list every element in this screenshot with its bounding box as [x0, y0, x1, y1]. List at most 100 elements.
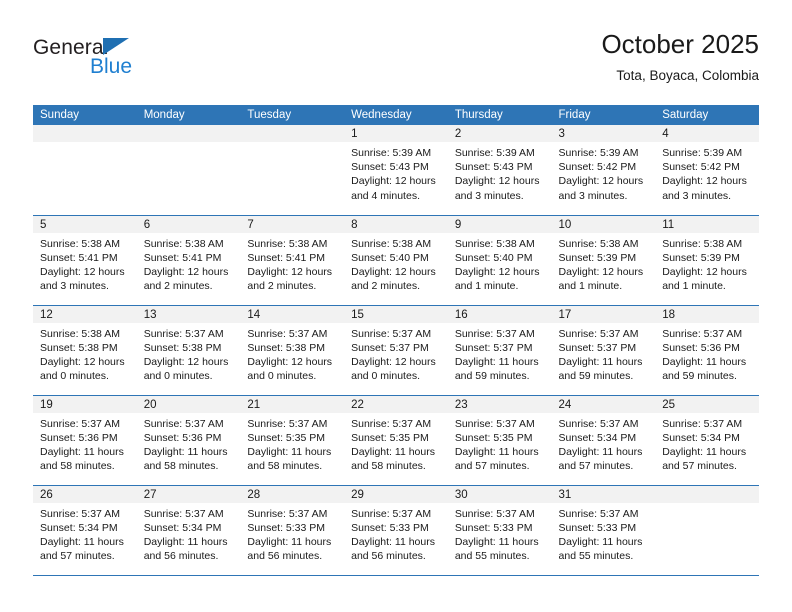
daylight-text: Daylight: 12 hours and 3 minutes. — [662, 175, 747, 202]
calendar-day-cell[interactable]: 10 Sunrise: 5:38 AM Sunset: 5:39 PM Dayligh… — [551, 214, 656, 305]
calendar-day-cell[interactable]: 28 Sunrise: 5:37 AM Sunset: 5:33 PM Dayligh… — [240, 484, 345, 576]
calendar-day-cell[interactable]: 14 Sunrise: 5:37 AM Sunset: 5:38 PM Dayligh… — [240, 304, 345, 395]
sunset-text: Sunset: 5:34 PM — [40, 521, 118, 534]
day-details: Sunrise: 5:37 AM Sunset: 5:34 PM Daylight:… — [552, 413, 656, 474]
day-details: Sunrise: 5:39 AM Sunset: 5:42 PM Daylight:… — [552, 142, 656, 203]
day-number — [240, 125, 345, 142]
weekday-header-monday: Monday — [136, 105, 241, 125]
calendar-day-cell[interactable]: 6 Sunrise: 5:38 AM Sunset: 5:41 PM Daylight… — [136, 214, 241, 305]
daylight-text: Daylight: 12 hours and 0 minutes. — [247, 355, 333, 383]
calendar-day-cell[interactable]: 17 Sunrise: 5:37 AM Sunset: 5:37 PM Dayligh… — [551, 304, 656, 395]
daylight-text: Daylight: 11 hours and 57 minutes. — [40, 535, 124, 563]
daylight-text: Daylight: 11 hours and 58 minutes. — [40, 445, 124, 473]
day-details: Sunrise: 5:37 AM Sunset: 5:33 PM Daylight:… — [344, 503, 448, 564]
sunrise-text: Sunrise: 5:38 AM — [558, 237, 639, 250]
daylight-text: Daylight: 11 hours and 55 minutes. — [454, 535, 539, 563]
day-number: 25 — [655, 395, 759, 413]
calendar-day-cell[interactable]: 24 Sunrise: 5:37 AM Sunset: 5:34 PM Dayligh… — [551, 394, 656, 485]
sunrise-text: Sunrise: 5:37 AM — [351, 507, 432, 520]
calendar-day-cell[interactable]: 8 Sunrise: 5:38 AM Sunset: 5:40 PM Daylight… — [344, 214, 448, 305]
sunrise-text: Sunrise: 5:37 AM — [40, 417, 120, 430]
calendar-day-cell[interactable]: 1 Sunrise: 5:39 AM Sunset: 5:43 PM Daylight… — [344, 125, 448, 215]
day-details: Sunrise: 5:38 AM Sunset: 5:41 PM Daylight:… — [240, 233, 344, 294]
day-number — [136, 125, 241, 142]
sunset-text: Sunset: 5:41 PM — [143, 251, 222, 264]
weekday-header-thursday: Thursday — [447, 105, 552, 125]
sunrise-text: Sunrise: 5:38 AM — [351, 237, 432, 250]
general-blue-logo[interactable]: General Blue — [33, 36, 183, 92]
day-details: Sunrise: 5:37 AM Sunset: 5:35 PM Daylight:… — [448, 413, 552, 474]
daylight-text: Daylight: 12 hours and 2 minutes. — [247, 265, 333, 293]
calendar-day-cell[interactable]: 21 Sunrise: 5:37 AM Sunset: 5:35 PM Dayligh… — [240, 394, 345, 485]
sunset-text: Sunset: 5:40 PM — [454, 251, 533, 264]
calendar-grid: Sunday Monday Tuesday Wednesday Thursday… — [33, 105, 759, 576]
calendar-day-cell[interactable]: 29 Sunrise: 5:37 AM Sunset: 5:33 PM Dayligh… — [344, 484, 448, 576]
sunrise-text: Sunrise: 5:37 AM — [247, 417, 328, 430]
sunset-text: Sunset: 5:33 PM — [351, 521, 429, 534]
sunset-text: Sunset: 5:38 PM — [143, 341, 222, 354]
daylight-text: Daylight: 11 hours and 57 minutes. — [454, 445, 539, 473]
sunrise-text: Sunrise: 5:37 AM — [662, 417, 743, 430]
calendar-day-cell[interactable]: 2 Sunrise: 5:39 AM Sunset: 5:43 PM Daylight… — [447, 125, 552, 215]
sunrise-text: Sunrise: 5:37 AM — [454, 327, 535, 340]
day-number: 24 — [551, 395, 656, 413]
daylight-text: Daylight: 11 hours and 58 minutes. — [143, 445, 228, 473]
daylight-text: Daylight: 12 hours and 0 minutes. — [143, 355, 229, 383]
day-details: Sunrise: 5:37 AM Sunset: 5:36 PM Daylight:… — [137, 413, 241, 474]
sunset-text: Sunset: 5:41 PM — [40, 251, 118, 264]
sunset-text: Sunset: 5:43 PM — [351, 161, 429, 174]
page-subtitle: Tota, Boyaca, Colombia — [616, 68, 759, 83]
calendar-day-cell[interactable]: 4 Sunrise: 5:39 AM Sunset: 5:42 PM Daylight… — [655, 125, 759, 215]
calendar-day-cell[interactable]: 23 Sunrise: 5:37 AM Sunset: 5:35 PM Dayligh… — [447, 394, 552, 485]
sunrise-text: Sunrise: 5:37 AM — [558, 507, 639, 520]
calendar-day-cell[interactable]: 16 Sunrise: 5:37 AM Sunset: 5:37 PM Dayligh… — [447, 304, 552, 395]
daylight-text: Daylight: 11 hours and 59 minutes. — [454, 355, 539, 383]
day-details: Sunrise: 5:37 AM Sunset: 5:37 PM Daylight:… — [448, 323, 552, 384]
daylight-text: Daylight: 11 hours and 57 minutes. — [558, 445, 643, 473]
calendar-day-cell[interactable]: 25 Sunrise: 5:37 AM Sunset: 5:34 PM Dayligh… — [655, 394, 759, 485]
calendar-day-cell[interactable]: 5 Sunrise: 5:38 AM Sunset: 5:41 PM Daylight… — [33, 214, 137, 305]
sunset-text: Sunset: 5:41 PM — [247, 251, 326, 264]
sunset-text: Sunset: 5:37 PM — [558, 341, 637, 354]
calendar-day-cell[interactable]: 27 Sunrise: 5:37 AM Sunset: 5:34 PM Dayligh… — [136, 484, 241, 576]
calendar-day-cell[interactable]: 20 Sunrise: 5:37 AM Sunset: 5:36 PM Dayligh… — [136, 394, 241, 485]
calendar-day-cell[interactable]: 18 Sunrise: 5:37 AM Sunset: 5:36 PM Dayligh… — [655, 304, 759, 395]
day-details: Sunrise: 5:38 AM Sunset: 5:40 PM Daylight:… — [344, 233, 448, 294]
calendar-day-cell[interactable]: 9 Sunrise: 5:38 AM Sunset: 5:40 PM Daylight… — [447, 214, 552, 305]
sunset-text: Sunset: 5:35 PM — [247, 431, 326, 444]
day-details: Sunrise: 5:37 AM Sunset: 5:33 PM Daylight:… — [240, 503, 344, 564]
calendar-day-cell[interactable]: 7 Sunrise: 5:38 AM Sunset: 5:41 PM Daylight… — [240, 214, 345, 305]
daylight-text: Daylight: 12 hours and 3 minutes. — [40, 265, 125, 293]
day-details: Sunrise: 5:37 AM Sunset: 5:36 PM Daylight:… — [655, 323, 759, 384]
sunset-text: Sunset: 5:34 PM — [558, 431, 637, 444]
daylight-text: Daylight: 12 hours and 1 minute. — [558, 265, 644, 293]
calendar-day-cell[interactable]: 19 Sunrise: 5:37 AM Sunset: 5:36 PM Dayligh… — [33, 394, 137, 485]
daylight-text: Daylight: 11 hours and 56 minutes. — [351, 535, 435, 563]
day-number: 18 — [655, 305, 759, 323]
day-details: Sunrise: 5:37 AM Sunset: 5:37 PM Daylight:… — [552, 323, 656, 384]
daylight-text: Daylight: 12 hours and 0 minutes. — [40, 355, 125, 383]
day-number: 16 — [447, 305, 552, 323]
calendar-day-cell[interactable]: 22 Sunrise: 5:37 AM Sunset: 5:35 PM Dayligh… — [344, 394, 448, 485]
day-number: 29 — [344, 485, 448, 503]
day-number: 23 — [447, 395, 552, 413]
weekday-header-friday: Friday — [551, 105, 656, 125]
sunrise-text: Sunrise: 5:37 AM — [662, 327, 743, 340]
day-number: 7 — [240, 215, 345, 233]
day-number: 5 — [33, 215, 137, 233]
calendar-day-cell[interactable]: 11 Sunrise: 5:38 AM Sunset: 5:39 PM Dayligh… — [655, 214, 759, 305]
calendar-day-cell[interactable]: 31 Sunrise: 5:37 AM Sunset: 5:33 PM Dayligh… — [551, 484, 656, 576]
day-details: Sunrise: 5:39 AM Sunset: 5:43 PM Daylight:… — [344, 142, 448, 203]
calendar-day-cell[interactable]: 15 Sunrise: 5:37 AM Sunset: 5:37 PM Dayligh… — [344, 304, 448, 395]
calendar-day-cell-empty — [240, 125, 345, 215]
calendar-day-cell[interactable]: 12 Sunrise: 5:38 AM Sunset: 5:38 PM Dayligh… — [33, 304, 137, 395]
calendar-day-cell[interactable]: 13 Sunrise: 5:37 AM Sunset: 5:38 PM Dayligh… — [136, 304, 241, 395]
calendar-day-cell[interactable]: 3 Sunrise: 5:39 AM Sunset: 5:42 PM Daylight… — [551, 125, 656, 215]
calendar-day-cell[interactable]: 30 Sunrise: 5:37 AM Sunset: 5:33 PM Dayligh… — [447, 484, 552, 576]
daylight-text: Daylight: 12 hours and 4 minutes. — [351, 175, 436, 202]
day-details: Sunrise: 5:37 AM Sunset: 5:38 PM Daylight:… — [240, 323, 344, 384]
daylight-text: Daylight: 11 hours and 55 minutes. — [558, 535, 643, 563]
calendar-day-cell[interactable]: 26 Sunrise: 5:37 AM Sunset: 5:34 PM Dayligh… — [33, 484, 137, 576]
day-number: 27 — [136, 485, 241, 503]
weekday-header-row: Sunday Monday Tuesday Wednesday Thursday… — [33, 105, 759, 125]
